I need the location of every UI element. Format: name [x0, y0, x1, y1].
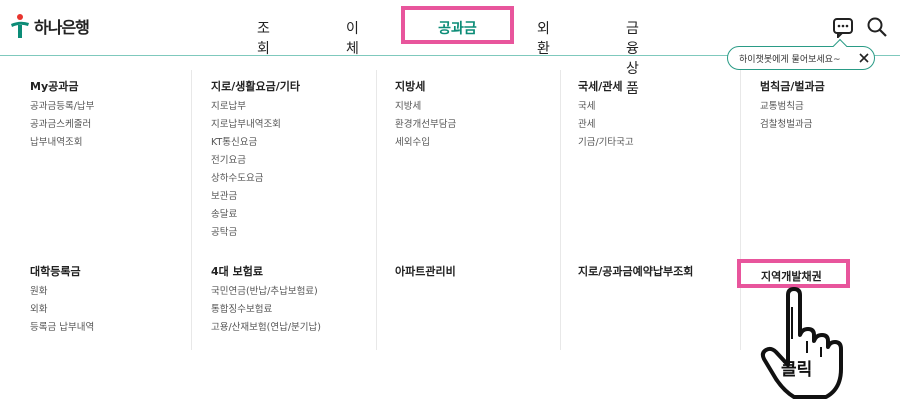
menu-column-title[interactable]: 4대 보험료: [211, 264, 321, 279]
menu-column-title[interactable]: 지로/공과금예약납부조회: [578, 264, 693, 279]
menu-item[interactable]: 검찰청벌과금: [760, 116, 825, 134]
column-divider: [560, 70, 561, 350]
menu-item[interactable]: 송달료: [211, 206, 300, 224]
nav-item-transfer[interactable]: 이체: [346, 18, 359, 58]
menu-item[interactable]: 보관금: [211, 188, 300, 206]
menu-item[interactable]: 상하수도요금: [211, 170, 300, 188]
close-icon[interactable]: [856, 49, 872, 67]
column-divider: [740, 70, 741, 350]
menu-column-fines: 범칙금/벌과금 교통범칙금 검찰청벌과금: [760, 79, 825, 134]
menu-item[interactable]: 외화: [30, 301, 94, 319]
menu-column-national-tax: 국세/관세 국세 관세 기금/기타국고: [578, 79, 634, 152]
menu-column-apartment-fee: 아파트관리비: [395, 264, 456, 283]
menu-column-giro: 지로/생활요금/기타 지로납부 지로납부내역조회 KT통신요금 전기요금 상하수…: [211, 79, 300, 242]
menu-item[interactable]: KT통신요금: [211, 134, 300, 152]
search-icon[interactable]: [866, 16, 888, 38]
column-divider: [191, 70, 192, 350]
menu-column-title[interactable]: 국세/관세: [578, 79, 634, 94]
menu-item[interactable]: 공과금스케줄러: [30, 116, 94, 134]
menu-item[interactable]: 환경개선부담금: [395, 116, 456, 134]
menu-column-title[interactable]: 대학등록금: [30, 264, 94, 279]
column-divider: [376, 70, 377, 350]
nav-item-foreign-exchange[interactable]: 외환: [537, 18, 550, 58]
menu-column-title[interactable]: My공과금: [30, 79, 94, 94]
menu-item[interactable]: 원화: [30, 283, 94, 301]
menu-item[interactable]: 공탁금: [211, 224, 300, 242]
menu-item[interactable]: 통합징수보험료: [211, 301, 321, 319]
menu-item[interactable]: 국민연금(반납/추납보험료): [211, 283, 321, 301]
menu-item[interactable]: 지로납부내역조회: [211, 116, 300, 134]
menu-item[interactable]: 기금/기타국고: [578, 134, 634, 152]
nav-item-utility-bills-label: 공과금: [438, 21, 477, 37]
menu-item[interactable]: 국세: [578, 98, 634, 116]
menu-column-local-tax: 지방세 지방세 환경개선부담금 세외수입: [395, 79, 456, 152]
menu-item[interactable]: 세외수입: [395, 134, 456, 152]
hana-bank-logo[interactable]: 하나은행: [9, 11, 90, 41]
menu-item[interactable]: 고용/산재보험(연납/분기납): [211, 319, 321, 337]
menu-column-insurance: 4대 보험료 국민연금(반납/추납보험료) 통합징수보험료 고용/산재보험(연납…: [211, 264, 321, 337]
regional-development-bond-label: 지역개발채권: [761, 270, 822, 283]
chatbot-icon[interactable]: [832, 16, 854, 38]
menu-item[interactable]: 전기요금: [211, 152, 300, 170]
menu-column-title[interactable]: 지로/생활요금/기타: [211, 79, 300, 94]
menu-item[interactable]: 지로납부: [211, 98, 300, 116]
menu-item[interactable]: 공과금등록/납부: [30, 98, 94, 116]
menu-item[interactable]: 교통범칙금: [760, 98, 825, 116]
menu-column-my-bills: My공과금 공과금등록/납부 공과금스케줄러 납부내역조회: [30, 79, 94, 152]
menu-column-title[interactable]: 아파트관리비: [395, 264, 456, 279]
menu-column-tuition: 대학등록금 원화 외화 등록금 납부내역: [30, 264, 94, 337]
menu-item[interactable]: 지방세: [395, 98, 456, 116]
menu-item[interactable]: 관세: [578, 116, 634, 134]
pointing-hand-icon: [760, 287, 843, 399]
menu-column-title[interactable]: 범칙금/벌과금: [760, 79, 825, 94]
menu-item[interactable]: 납부내역조회: [30, 134, 94, 152]
menu-column-reserved-payment: 지로/공과금예약납부조회: [578, 264, 693, 283]
click-annotation-label: 클릭: [781, 360, 813, 380]
brand-name: 하나은행: [34, 18, 90, 37]
hana-logo-icon: [11, 14, 29, 38]
nav-item-inquiry[interactable]: 조회: [257, 18, 270, 58]
nav-item-utility-bills[interactable]: 공과금: [401, 6, 514, 44]
menu-column-title[interactable]: 지방세: [395, 79, 456, 94]
chatbot-tooltip-text: 하이챗봇에게 물어보세요~: [739, 55, 841, 65]
menu-item[interactable]: 등록금 납부내역: [30, 319, 94, 337]
chatbot-tooltip[interactable]: 하이챗봇에게 물어보세요~: [727, 46, 875, 70]
menu-item-regional-development-bond[interactable]: 지역개발채권: [737, 259, 850, 288]
